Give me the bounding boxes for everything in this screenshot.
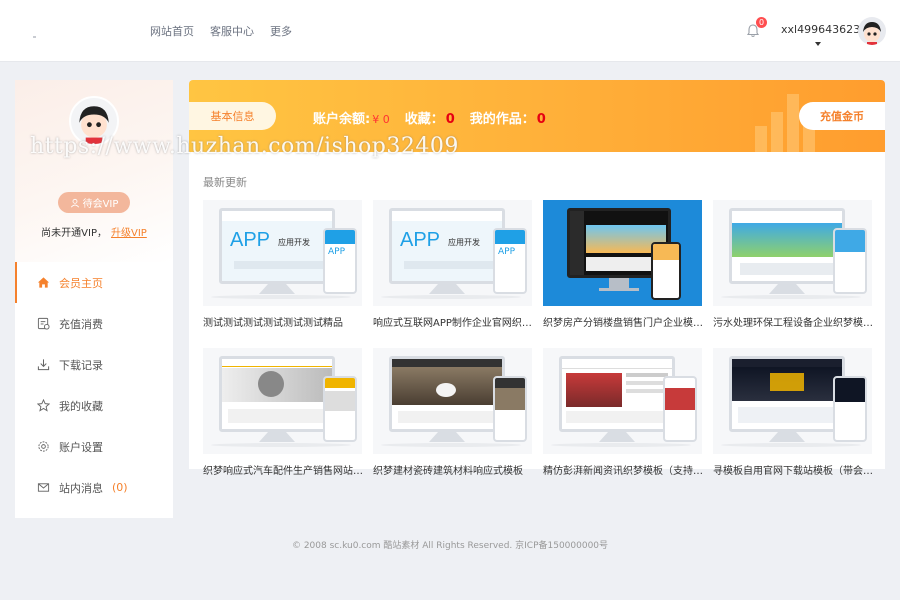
top-nav: 网站首页 客服中心 更多 (150, 23, 292, 39)
recharge-button[interactable]: 充值金币 (799, 102, 885, 130)
sidebar-item-label: 站内消息 (59, 481, 103, 495)
template-thumbnail[interactable]: APP 应用开发 APP (203, 200, 362, 306)
vip-button[interactable]: 待会VIP (58, 192, 130, 213)
template-card[interactable]: 精仿彭湃新闻资讯织梦模板（支持移动… (543, 348, 704, 477)
sidebar-item-label: 充值消费 (59, 317, 103, 331)
favorites-stat: 收藏： 0 (404, 112, 455, 127)
star-icon (37, 399, 50, 412)
upgrade-vip-link[interactable]: 升级VIP (111, 228, 147, 239)
download-icon (37, 359, 50, 371)
template-grid: APP 应用开发 APP 测试测试测试测试测试测试精品 APP 应用开发 APP… (203, 200, 874, 477)
latest-updates-panel: 最新更新 APP 应用开发 APP 测试测试测试测试测试测试精品 APP 应用开… (189, 152, 885, 477)
sidebar-item-favorites[interactable]: 我的收藏 (15, 385, 173, 426)
template-thumbnail[interactable] (713, 200, 872, 306)
profile-card: 待会VIP 尚未开通VIP， 升级VIP (15, 80, 173, 262)
vip-status: 尚未开通VIP， 升级VIP (41, 228, 147, 239)
balance-value: ¥ 0 (372, 113, 390, 126)
template-card[interactable]: 织梦房产分销楼盘销售门户企业模板(带… (543, 200, 704, 329)
user-icon (70, 198, 79, 207)
logo[interactable] (33, 36, 36, 38)
template-title[interactable]: 测试测试测试测试测试测试精品 (203, 314, 364, 329)
avatar[interactable] (858, 17, 886, 45)
template-card[interactable]: APP 应用开发 APP 测试测试测试测试测试测试精品 (203, 200, 364, 329)
sidebar-item-downloads[interactable]: 下载记录 (15, 344, 173, 385)
tab-basic-info[interactable]: 基本信息 (189, 102, 276, 130)
favorites-value: 0 (445, 112, 455, 127)
template-card[interactable]: 寻模板自用官网下载站模板（带会员中… (713, 348, 874, 477)
template-card[interactable]: 织梦建材瓷砖建筑材料响应式模板 (373, 348, 534, 477)
template-title[interactable]: 织梦房产分销楼盘销售门户企业模板(带… (543, 314, 704, 329)
username[interactable]: xxl499643623 (781, 23, 860, 36)
works-value: 0 (536, 112, 546, 127)
template-card[interactable]: APP 应用开发 APP 响应式互联网APP制作企业官网织梦模板 (373, 200, 534, 329)
template-card[interactable]: 污水处理环保工程设备企业织梦模板(带… (713, 200, 874, 329)
sidebar: 待会VIP 尚未开通VIP， 升级VIP 会员主页 充值消费 下载记录 我的收藏 … (15, 80, 173, 518)
sidebar-item-messages[interactable]: 站内消息 (0) (15, 467, 173, 508)
template-title[interactable]: 精仿彭湃新闻资讯织梦模板（支持移动… (543, 462, 704, 477)
works-stat: 我的作品： 0 (469, 112, 546, 127)
sidebar-item-label: 会员主页 (59, 276, 103, 290)
sidebar-item-label: 下载记录 (59, 358, 103, 372)
sidebar-item-label: 我的收藏 (59, 399, 103, 413)
sidebar-menu: 会员主页 充值消费 下载记录 我的收藏 账户设置 站内消息 (0) (15, 262, 173, 508)
sidebar-item-home[interactable]: 会员主页 (15, 262, 173, 303)
template-title[interactable]: 织梦建材瓷砖建筑材料响应式模板 (373, 462, 534, 477)
sidebar-item-label: 账户设置 (59, 440, 103, 454)
notification-badge: 0 (756, 17, 767, 28)
nav-service[interactable]: 客服中心 (210, 23, 254, 39)
account-stats: 账户余额: ¥ 0 收藏： 0 我的作品： 0 (313, 108, 546, 127)
balance-stat: 账户余额: ¥ 0 (313, 112, 390, 127)
message-count: (0) (112, 481, 128, 494)
template-title[interactable]: 寻模板自用官网下载站模板（带会员中… (713, 462, 874, 477)
mail-icon (37, 483, 50, 492)
vip-button-label: 待会VIP (82, 199, 119, 210)
footer-copyright: © 2008 sc.ku0.com 酷站素材 All Rights Reserv… (291, 541, 609, 551)
template-thumbnail[interactable]: APP 应用开发 APP (373, 200, 532, 306)
template-thumbnail[interactable] (543, 348, 702, 454)
chevron-down-icon[interactable] (815, 42, 821, 46)
avatar[interactable] (69, 96, 119, 146)
sidebar-item-recharge[interactable]: 充值消费 (15, 303, 173, 344)
template-card[interactable]: 织梦响应式汽车配件生产销售网站模板 (203, 348, 364, 477)
nav-more[interactable]: 更多 (270, 23, 292, 39)
nav-home[interactable]: 网站首页 (150, 23, 194, 39)
template-title[interactable]: 响应式互联网APP制作企业官网织梦模板 (373, 314, 534, 329)
template-thumbnail[interactable] (203, 348, 362, 454)
section-title: 最新更新 (203, 176, 247, 189)
template-thumbnail[interactable] (543, 200, 702, 306)
gear-icon (38, 441, 49, 452)
template-thumbnail[interactable] (373, 348, 532, 454)
account-banner: 基本信息 账户余额: ¥ 0 收藏： 0 我的作品： 0 充值金币 (189, 80, 885, 152)
home-icon (37, 277, 50, 288)
top-header: 网站首页 客服中心 更多 0 xxl499643623 (0, 0, 900, 62)
template-title[interactable]: 污水处理环保工程设备企业织梦模板(带… (713, 314, 874, 329)
sidebar-item-settings[interactable]: 账户设置 (15, 426, 173, 467)
template-title[interactable]: 织梦响应式汽车配件生产销售网站模板 (203, 462, 364, 477)
template-thumbnail[interactable] (713, 348, 872, 454)
recharge-icon (37, 317, 50, 330)
